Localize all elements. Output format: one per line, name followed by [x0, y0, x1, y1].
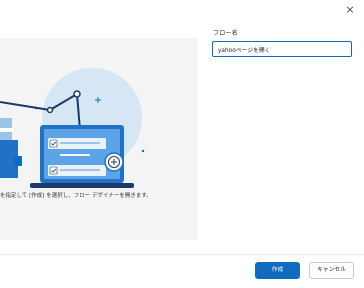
create-flow-dialog: × を指定して [作成] を選択し、フロー デザイナーを開きます。 フロー名 y… [0, 0, 364, 288]
flow-name-input[interactable] [212, 41, 352, 57]
close-button[interactable]: × [342, 2, 358, 18]
flow-illustration [0, 68, 145, 188]
preview-panel: を指定して [作成] を選択し、フロー デザイナーを開きます。 [0, 38, 198, 240]
close-icon: × [345, 3, 355, 16]
cancel-button[interactable]: キャンセル [309, 262, 354, 279]
left-window-shape [14, 156, 22, 166]
plus-icon [104, 152, 124, 172]
sparkle-dot [141, 149, 145, 153]
footer-divider [0, 254, 364, 255]
create-button[interactable]: 作成 [255, 262, 300, 279]
flow-name-label: フロー名 [213, 30, 238, 37]
preview-caption: を指定して [作成] を選択し、フロー デザイナーを開きます。 [0, 193, 152, 199]
left-window-shape [0, 128, 14, 132]
